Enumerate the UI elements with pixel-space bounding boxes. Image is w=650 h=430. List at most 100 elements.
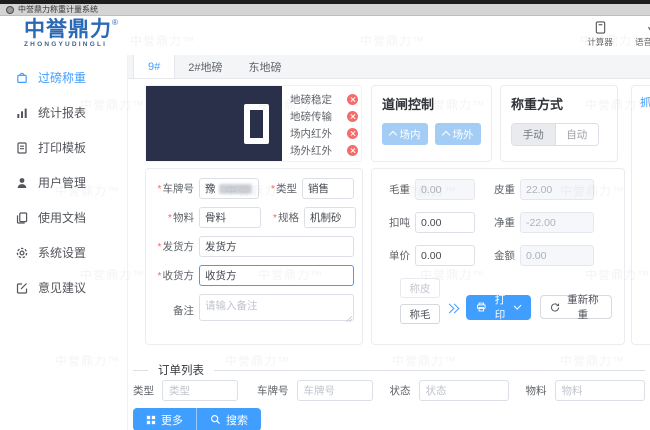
main-area: 9# 2#地磅 东地磅 地磅稳定 地磅传输 场内红外 场外红外 道闸控制 场内 … (128, 55, 650, 430)
form-row: *物料 *规格 (154, 207, 356, 228)
weigh-mode-panel: 称重方式 手动 自动 (500, 85, 618, 162)
filter-plate-input[interactable] (296, 380, 373, 401)
required-mark: * (272, 212, 277, 224)
filter-type-input[interactable] (162, 380, 238, 401)
filter-type-label: 类型 (133, 385, 154, 397)
status-label: 场外红外 (290, 145, 332, 157)
tab-label: 9# (148, 60, 161, 73)
weigh-tare-button[interactable]: 称皮 (400, 278, 440, 298)
status-row: 场外红外 (290, 142, 358, 159)
amount-label: 金额 (494, 250, 515, 262)
net-input (520, 212, 594, 233)
sidebar-item-settings[interactable]: 系统设置 (0, 235, 127, 270)
window-titlebar: 中誉鼎力称重计量系统 (0, 4, 650, 16)
scale-status-panel: 地磅稳定 地磅传输 场内红外 场外红外 (145, 85, 362, 162)
double-chevron-right-icon (444, 303, 460, 313)
status-row: 地磅传输 (290, 108, 358, 125)
sender-input[interactable] (199, 236, 354, 257)
sidebar-item-label: 打印模板 (38, 141, 87, 155)
gate-inside-label: 场内 (399, 128, 421, 141)
sidebar-item-label: 使用文档 (38, 211, 87, 225)
sidebar-item-feedback[interactable]: 意见建议 (0, 270, 127, 305)
receiver-input[interactable] (199, 265, 354, 286)
tab-label: 东地磅 (248, 61, 282, 74)
sidebar-item-label: 用户管理 (38, 176, 87, 190)
weigh-gross-button[interactable]: 称毛 (400, 304, 440, 324)
sidebar-item-print-template[interactable]: 打印模板 (0, 130, 127, 165)
divider-line (133, 369, 148, 371)
mode-auto-option[interactable]: 自动 (554, 124, 598, 145)
search-label: 搜索 (226, 414, 248, 427)
edit-feedback-icon (16, 282, 28, 294)
weight-display (146, 86, 282, 161)
capture-title[interactable]: 抓拍 (640, 97, 650, 109)
form-row: 备注 (154, 294, 354, 326)
sidebar-item-reports[interactable]: 统计报表 (0, 95, 127, 130)
calculator-tool[interactable]: 计算器 (578, 21, 622, 48)
window-app-icon (6, 5, 14, 14)
reweigh-button[interactable]: 重新称重 (539, 294, 612, 321)
orders-divider: 订单列表 (133, 362, 645, 378)
type-input[interactable] (302, 178, 354, 199)
voice-tool[interactable]: 语音播报 (630, 21, 650, 48)
search-button[interactable]: 搜索 (196, 408, 261, 430)
filter-material-input[interactable] (554, 380, 645, 401)
print-button[interactable]: 打印 (466, 294, 531, 321)
search-icon (211, 415, 220, 424)
reweigh-label: 重新称重 (567, 294, 599, 321)
remark-label-text: 备注 (173, 304, 194, 317)
order-form-panel: *车牌号 豫 *类型 *物料 *规格 *发货方 *收货方 (145, 168, 363, 345)
gate-inside-button[interactable]: 场内 (382, 123, 428, 145)
mode-segmented-control: 手动 自动 (511, 123, 599, 146)
plate-value: 豫 (205, 183, 216, 195)
sidebar-item-label: 系统设置 (38, 246, 87, 260)
status-error-icon (347, 111, 358, 122)
sender-label: *发货方 (154, 239, 194, 254)
tab-scale-2[interactable]: 2#地磅 (175, 55, 235, 78)
mode-manual-label: 手动 (522, 129, 544, 141)
net-label: 净重 (494, 217, 515, 229)
filter-status-input[interactable] (418, 380, 509, 401)
tab-scale-9[interactable]: 9# (133, 55, 176, 78)
mode-auto-label: 自动 (566, 129, 588, 141)
deduct-input[interactable] (415, 212, 475, 233)
gate-outside-button[interactable]: 场外 (435, 123, 481, 145)
brand-name: 中誉鼎力 (24, 18, 112, 41)
status-list: 地磅稳定 地磅传输 场内红外 场外红外 (290, 91, 358, 159)
gate-control-panel: 道闸控制 场内 场外 (371, 85, 492, 162)
remark-label: 备注 (154, 303, 194, 318)
tab-scale-east[interactable]: 东地磅 (236, 55, 295, 78)
remark-wrap (199, 294, 354, 326)
orders-filters: 类型 车牌号 状态 物料 (133, 380, 645, 401)
chevron-up-icon (441, 130, 450, 140)
material-input[interactable] (199, 207, 261, 228)
gate-outside-label: 场外 (452, 128, 474, 141)
gear-icon (16, 247, 28, 258)
spec-input[interactable] (304, 207, 356, 228)
more-button[interactable]: 更多 (133, 408, 196, 430)
sender-label-text: 发货方 (162, 241, 195, 253)
plate-input[interactable]: 豫 (199, 178, 259, 199)
app-window: { "window": { "title": "中誉鼎力称重计量系统" }, "… (0, 0, 650, 430)
mode-manual-option[interactable]: 手动 (512, 124, 555, 145)
weight-display-value (244, 103, 269, 144)
tare-label: 皮重 (494, 184, 515, 196)
weights-panel: 毛重 皮重 扣吨 净重 单价 金额 称皮 称毛 (371, 168, 625, 345)
remark-textarea[interactable] (199, 294, 354, 321)
more-label: 更多 (161, 414, 183, 427)
filter-status-label: 状态 (389, 385, 411, 397)
sidebar-item-users[interactable]: 用户管理 (0, 165, 127, 200)
orders-divider-label: 订单列表 (158, 365, 204, 377)
required-mark: * (270, 183, 275, 195)
weigh-scale-icon (17, 72, 27, 83)
price-input[interactable] (415, 245, 475, 266)
price-label: 单价 (389, 250, 410, 262)
sidebar-item-weighing[interactable]: 过磅称重 (0, 60, 127, 95)
status-error-icon (347, 94, 358, 105)
sidebar-item-docs[interactable]: 使用文档 (0, 200, 127, 235)
status-label: 地磅传输 (290, 111, 332, 123)
required-mark: * (157, 270, 162, 282)
gross-input (415, 179, 475, 200)
print-label: 打印 (494, 294, 506, 321)
weigh-buttons-stack: 称皮 称毛 (400, 278, 440, 324)
